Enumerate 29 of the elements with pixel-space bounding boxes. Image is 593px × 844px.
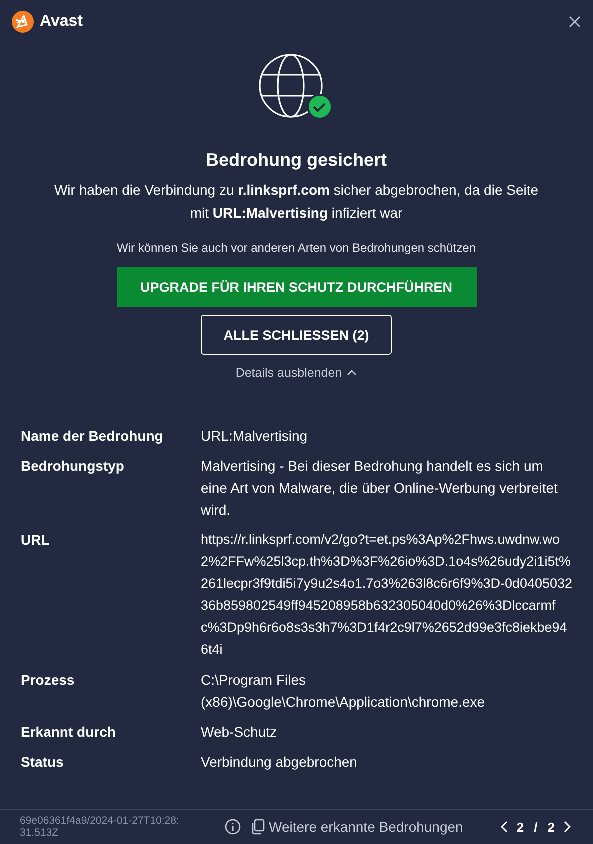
detail-value: Malvertising - Bei dieser Bedrohung handelt es sich um eine Art von Malware, die über Online-Werbung verbreitet wird. [201, 457, 559, 520]
more-threats-link[interactable]: Weitere erkannte Bedrohungen [251, 819, 464, 835]
detail-label: URL [21, 531, 51, 550]
alert-title: Bedrohung gesichert [206, 150, 388, 171]
detail-label: Prozess [21, 671, 76, 690]
detail-label: Bedrohungstyp [21, 457, 126, 476]
alert-message: Wir haben die Verbindung zu r.linksprf.com sicher abgebrochen, da die Seite mit URL:Malvertising infiziert war [53, 181, 540, 223]
caret-icon [347, 370, 358, 376]
close-button[interactable] [567, 14, 583, 30]
current-page: 2 [516, 820, 526, 834]
close-all-button[interactable]: ALLE SCHLIESSEN (2) [200, 315, 392, 355]
detail-label: Erkannt durch [21, 723, 117, 742]
detail-value: https://r.linksprf.com/v2/go?t=et.ps%3Ap%2Fhws.uwdnw.wo2%2FFw%25l3cp.th%3D%3F%26io%3D.1o4s%26udy2i1i5t%261lecpr3f9tdi5i7y9u2s4o1.7o3%263l8c6r6f9%3D-0d040503236b859802549ff945208958b632305040d0%26%3Dlccarmfc%3Dp9h6r6o8s3s3h7%3D1f4r2c9l7%2652d99e3fc8iekbe946t4i [201, 531, 573, 659]
detail-value: Verbindung abgebrochen [201, 753, 358, 772]
detection-id: 69e06361f4a9/2024-01-27T10:28:31.513Z [20, 815, 180, 839]
detail-value: C:\Program Files (x86)\Google\Chrome\Application\chrome.exe [201, 671, 486, 712]
logo-icon [12, 11, 34, 33]
detail-label: Status [21, 753, 65, 772]
app-title: Avast [40, 13, 83, 31]
detail-value: URL:Malvertising [201, 427, 309, 446]
total-pages: 2 [546, 820, 556, 834]
page-separator: / [533, 820, 539, 834]
detail-label: Name der Bedrohung [21, 427, 164, 446]
info-icon[interactable] [225, 819, 241, 835]
upgrade-button[interactable]: UPGRADE FÜR IHREN SCHUTZ DURCHFÜHREN [116, 267, 476, 307]
copy-icon [251, 819, 265, 835]
details-toggle[interactable]: Details ausblenden [230, 365, 364, 381]
detail-value: Web-Schutz [201, 723, 278, 742]
upgrade-hint: Wir können Sie auch vor anderen Arten von Bedrohungen schützen [117, 241, 476, 255]
